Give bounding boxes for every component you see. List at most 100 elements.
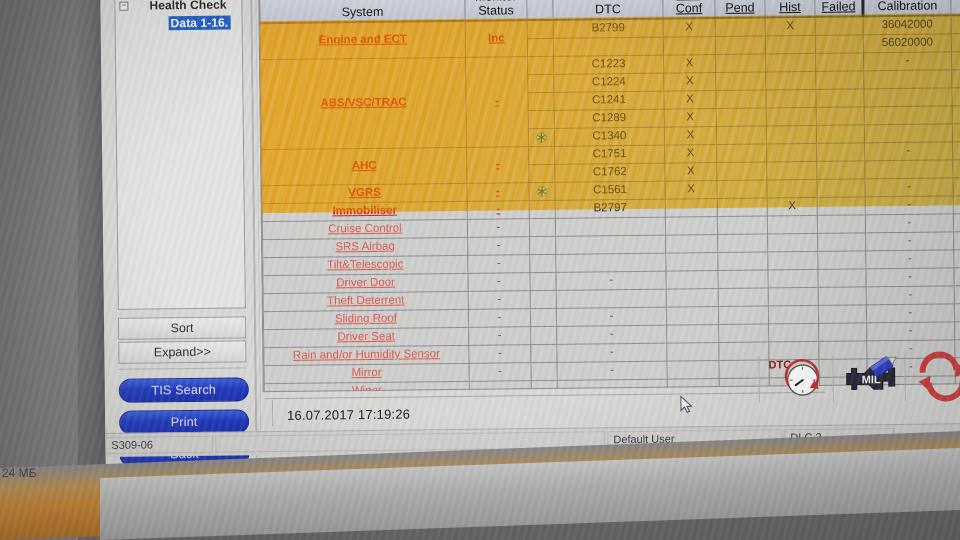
- cell-freeze-frame: [529, 253, 556, 273]
- cell-freeze-frame: [530, 307, 557, 327]
- cell-test-failed: [816, 160, 865, 179]
- cell-test-failed: [815, 52, 864, 71]
- col-header-freeze-frame[interactable]: [526, 0, 554, 21]
- cell-dtc: -: [556, 324, 667, 344]
- cell-monitor-status: -: [467, 236, 530, 255]
- cell-dtc: [555, 234, 666, 254]
- cell-hist: [768, 304, 819, 324]
- cell-test-failed: [816, 106, 865, 125]
- cell-curr-conf: [663, 36, 716, 55]
- col-header-dtc[interactable]: DTC: [552, 0, 664, 20]
- cell-pend: [719, 377, 770, 393]
- cell-curr-conf: [666, 306, 719, 325]
- col-header-monitor-status[interactable]: Monitor Status: [464, 0, 528, 21]
- cell-update: [952, 122, 960, 142]
- cell-calibration: -: [864, 177, 954, 197]
- cell-pend: [717, 233, 768, 253]
- cell-test-failed: [815, 70, 864, 89]
- cell-system: Tilt&Telescopic: [262, 254, 468, 276]
- cell-curr-conf: [667, 378, 720, 393]
- cell-monitor-status: -: [468, 308, 531, 327]
- cell-dtc: -: [555, 270, 667, 290]
- engine-mil-icon[interactable]: MIL: [836, 351, 905, 404]
- cell-monitor-status: -: [466, 182, 530, 201]
- cell-hist: [766, 124, 817, 144]
- cell-test-failed: [817, 250, 866, 269]
- cell-freeze-frame: [531, 379, 558, 393]
- cell-calibration: -: [865, 267, 955, 287]
- cell-calibration: [864, 159, 953, 179]
- sort-button[interactable]: Sort: [117, 316, 247, 340]
- footer-divider: [264, 391, 825, 400]
- cell-pend: [718, 341, 769, 361]
- col-header-pend[interactable]: Pend: [714, 0, 766, 19]
- cell-test-failed: [817, 214, 866, 233]
- cell-hist: [768, 286, 819, 306]
- col-header-system[interactable]: System: [259, 0, 466, 24]
- cell-test-failed: [818, 286, 867, 305]
- refresh-arrows-icon[interactable]: [908, 350, 960, 403]
- cell-update: [952, 140, 960, 160]
- dtc-clock-icon[interactable]: DTC: [764, 352, 833, 405]
- col-header-hist[interactable]: Hist: [764, 0, 816, 18]
- cell-test-failed: [815, 34, 864, 53]
- cell-hist: [767, 232, 818, 252]
- cell-update: [953, 266, 960, 286]
- cell-dtc: C1762: [554, 162, 665, 182]
- panel-divider: [118, 367, 247, 370]
- cell-update: [953, 194, 960, 214]
- techstream-window: − Health Check Data 1-16. Sort Expand>> …: [100, 0, 960, 490]
- cell-dtc: C1289: [554, 108, 665, 128]
- cell-freeze-frame: [529, 235, 556, 255]
- cell-pend: [716, 107, 767, 127]
- tis-search-button[interactable]: TIS Search: [118, 377, 249, 403]
- col-header-calibration[interactable]: Calibration: [862, 0, 952, 17]
- cell-pend: [716, 161, 767, 181]
- cell-monitor-status: -: [466, 146, 529, 183]
- cell-monitor-status: -: [467, 218, 530, 237]
- footer-vline: [271, 400, 274, 427]
- cell-freeze-frame: [528, 181, 556, 201]
- cell-calibration: -: [866, 285, 955, 305]
- cell-pend: [716, 143, 767, 163]
- cell-curr-conf: X: [663, 18, 716, 37]
- tree-collapse-icon[interactable]: −: [119, 1, 129, 11]
- cell-calibration: -: [864, 141, 953, 161]
- cell-curr-conf: X: [664, 108, 717, 127]
- cell-pend: [716, 125, 767, 145]
- health-check-grid[interactable]: System Monitor Status DTC Curr Conf Pend…: [258, 0, 960, 393]
- cell-freeze-frame: [530, 325, 557, 345]
- cell-pend: [715, 17, 766, 37]
- col-header-test-failed[interactable]: Test Failed: [814, 0, 864, 17]
- cell-calibration: -: [865, 195, 954, 215]
- cell-calibration: [863, 69, 952, 89]
- cell-system: Cruise Control: [262, 218, 468, 240]
- cell-monitor-status: -: [468, 290, 531, 309]
- cell-hist: X: [767, 196, 818, 216]
- cell-system: Sliding Roof: [263, 308, 469, 330]
- cell-freeze-frame: [527, 55, 554, 75]
- cell-calibration: -: [866, 303, 955, 323]
- cell-pend: [717, 251, 768, 271]
- cell-dtc: -: [556, 360, 668, 380]
- cell-freeze-frame: [530, 343, 557, 363]
- cell-test-failed: [815, 16, 864, 35]
- col-header-update[interactable]: Update: [950, 0, 960, 16]
- cell-monitor-status: -: [467, 272, 531, 291]
- cell-pend: [717, 269, 769, 289]
- cell-calibration: -: [863, 51, 952, 71]
- cell-freeze-frame: [528, 109, 555, 129]
- cell-system: VGRS: [261, 182, 468, 204]
- cell-curr-conf: X: [664, 126, 717, 145]
- tree-root-row[interactable]: − Health Check: [115, 0, 241, 16]
- cell-curr-conf: X: [663, 72, 716, 91]
- col-header-curr-conf[interactable]: Curr Conf: [662, 0, 716, 19]
- health-check-tree[interactable]: − Health Check Data 1-16.: [114, 0, 246, 310]
- cell-dtc: C1751: [554, 144, 665, 164]
- cell-dtc: C1223: [553, 54, 664, 74]
- tree-item-data-1-16[interactable]: Data 1-16.: [168, 15, 231, 31]
- cell-calibration: -: [866, 321, 955, 341]
- expand-button[interactable]: Expand>>: [118, 340, 247, 364]
- cell-update: [951, 50, 960, 70]
- cell-update: [954, 302, 960, 322]
